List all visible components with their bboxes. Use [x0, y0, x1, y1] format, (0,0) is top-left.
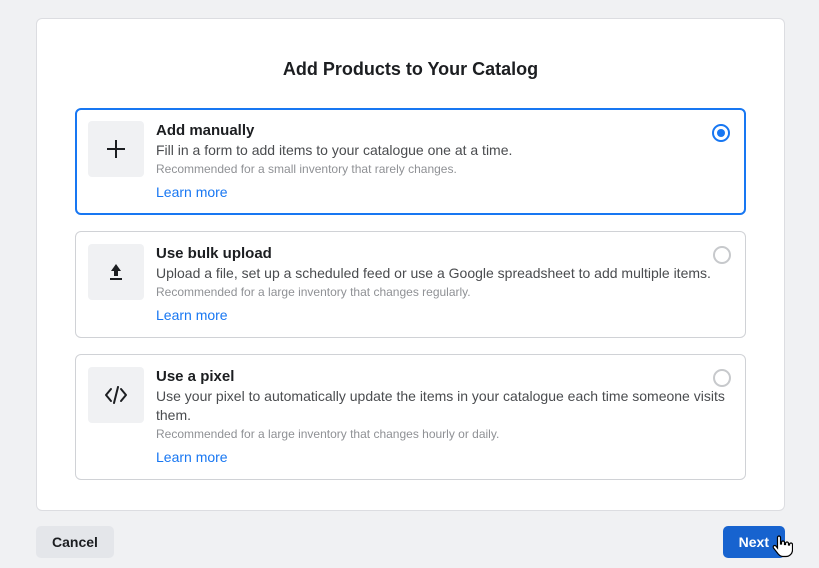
upload-icon	[88, 244, 144, 300]
option-title: Use a pixel	[156, 368, 731, 385]
option-title: Add manually	[156, 122, 731, 139]
cancel-button[interactable]: Cancel	[36, 526, 114, 558]
option-body: Use a pixel Use your pixel to automatica…	[156, 367, 731, 467]
option-body: Use bulk upload Upload a file, set up a …	[156, 244, 731, 325]
option-recommendation: Recommended for a large inventory that c…	[156, 285, 731, 299]
radio-indicator[interactable]	[713, 246, 731, 264]
option-bulk-upload[interactable]: Use bulk upload Upload a file, set up a …	[75, 231, 746, 338]
plus-icon	[88, 121, 144, 177]
learn-more-link[interactable]: Learn more	[156, 307, 228, 323]
option-description: Fill in a form to add items to your cata…	[156, 141, 731, 160]
page-title: Add Products to Your Catalog	[75, 59, 746, 80]
action-bar: Cancel Next	[36, 526, 785, 558]
option-description: Use your pixel to automatically update t…	[156, 387, 731, 425]
option-use-pixel[interactable]: Use a pixel Use your pixel to automatica…	[75, 354, 746, 480]
option-body: Add manually Fill in a form to add items…	[156, 121, 731, 202]
learn-more-link[interactable]: Learn more	[156, 184, 228, 200]
radio-indicator[interactable]	[713, 369, 731, 387]
option-description: Upload a file, set up a scheduled feed o…	[156, 264, 731, 283]
radio-indicator[interactable]	[712, 124, 730, 142]
option-add-manually[interactable]: Add manually Fill in a form to add items…	[75, 108, 746, 215]
option-recommendation: Recommended for a large inventory that c…	[156, 427, 731, 441]
next-button[interactable]: Next	[723, 526, 785, 558]
catalog-add-panel: Add Products to Your Catalog Add manuall…	[36, 18, 785, 511]
learn-more-link[interactable]: Learn more	[156, 449, 228, 465]
code-icon	[88, 367, 144, 423]
option-title: Use bulk upload	[156, 245, 731, 262]
option-recommendation: Recommended for a small inventory that r…	[156, 162, 731, 176]
